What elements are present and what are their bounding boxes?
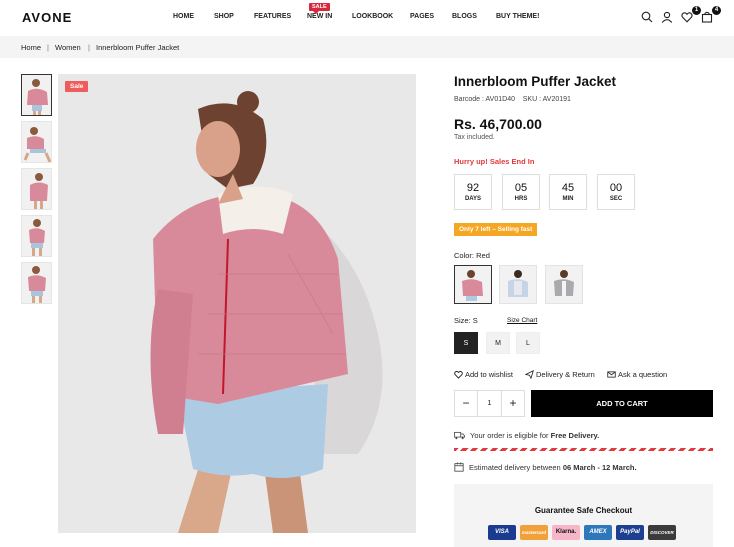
breadcrumb: Home | Women | Innerbloom Puffer Jacket	[0, 36, 734, 58]
wishlist-label: Add to wishlist	[465, 370, 513, 379]
product-thumbnail[interactable]	[21, 262, 52, 304]
countdown-heading: Hurry up! Sales End In	[454, 157, 535, 166]
add-to-wishlist-link[interactable]: Add to wishlist	[454, 370, 513, 379]
countdown-seconds: 00 SEC	[597, 174, 635, 210]
color-label: Color:	[454, 251, 475, 260]
product-thumbnail[interactable]	[21, 215, 52, 257]
add-to-cart-button[interactable]: ADD TO CART	[531, 390, 713, 417]
discover-icon: DISCOVER	[648, 525, 676, 540]
user-icon[interactable]	[661, 10, 675, 24]
countdown-days: 92 DAYS	[454, 174, 492, 210]
visa-icon: VISA	[488, 525, 516, 540]
countdown-value: 00	[609, 182, 623, 194]
quantity-increase-button[interactable]: +	[502, 391, 524, 416]
amex-icon: AMEX	[584, 525, 612, 540]
size-option-m[interactable]: M	[486, 332, 510, 354]
sale-tag: SALE	[309, 3, 330, 14]
heart-icon	[454, 370, 463, 379]
size-option-s[interactable]: S	[454, 332, 478, 354]
color-value: Red	[476, 251, 490, 260]
quantity-input[interactable]: 1	[477, 391, 502, 416]
paypal-icon: PayPal	[616, 525, 644, 540]
breadcrumb-women[interactable]: Women	[55, 43, 81, 52]
ask-question-label: Ask a question	[618, 370, 668, 379]
countdown-hours: 05 HRS	[502, 174, 540, 210]
estimated-text: Estimated delivery between	[469, 462, 561, 472]
product-thumbnail[interactable]	[21, 168, 52, 210]
countdown-value: 45	[561, 182, 575, 194]
envelope-icon	[607, 371, 616, 378]
color-swatch-grey[interactable]	[545, 265, 583, 304]
delivery-return-label: Delivery & Return	[536, 370, 595, 379]
free-delivery-note: Your order is eligible for Free Delivery…	[454, 431, 599, 440]
product-meta: Barcode : AV01D40 SKU : AV20191	[454, 96, 571, 103]
size-option-l[interactable]: L	[516, 332, 540, 354]
size-chart-link[interactable]: Size Chart	[507, 317, 537, 324]
breadcrumb-home[interactable]: Home	[21, 43, 41, 52]
nav-features[interactable]: FEATURES	[254, 13, 291, 20]
klarna-icon: Klarna.	[552, 525, 580, 540]
calendar-icon	[454, 462, 464, 472]
eligible-text: Your order is eligible for	[470, 431, 549, 440]
product-thumbnail[interactable]	[21, 121, 52, 163]
tax-note: Tax included.	[454, 134, 495, 141]
size-label: Size:	[454, 316, 471, 325]
eligible-bold: Free Delivery.	[550, 431, 600, 440]
site-logo[interactable]: AVONE	[22, 10, 72, 25]
countdown-value: 05	[514, 182, 528, 194]
countdown-minutes: 45 MIN	[549, 174, 587, 210]
nav-buy-theme[interactable]: BUY THEME!	[496, 13, 539, 20]
wishlist-count-badge: 1	[692, 6, 701, 15]
countdown-unit: HRS	[514, 196, 528, 202]
product-thumbnail[interactable]	[21, 74, 52, 116]
stock-badge: Only 7 left – Selling fast	[454, 223, 538, 236]
nav-pages[interactable]: PAGES	[410, 13, 434, 20]
checkout-title: Guarantee Safe Checkout	[534, 506, 633, 515]
site-header: AVONE HOME SHOP FEATURES SALE NEW IN LOO…	[0, 0, 734, 36]
ask-question-link[interactable]: Ask a question	[607, 370, 667, 379]
size-option-label: Size: S	[454, 316, 478, 325]
nav-new-in-label: NEW IN	[307, 13, 333, 20]
quantity-decrease-button[interactable]: −	[455, 391, 477, 416]
delivery-return-link[interactable]: Delivery & Return	[525, 370, 595, 379]
product-title: Innerbloom Puffer Jacket	[454, 74, 617, 89]
barcode-label: Barcode :	[454, 96, 484, 103]
nav-home[interactable]: HOME	[173, 13, 194, 20]
estimated-delivery-note: Estimated delivery between 06 March - 12…	[454, 462, 637, 472]
breadcrumb-separator: |	[88, 43, 90, 52]
estimated-dates: 06 March - 12 March.	[562, 462, 637, 472]
wishlist-icon[interactable]: 1	[681, 6, 701, 24]
divider-stripe	[454, 448, 713, 451]
safe-checkout-panel: Guarantee Safe Checkout VISA mastercard …	[454, 484, 713, 547]
sale-badge: Sale	[65, 81, 89, 92]
nav-shop[interactable]: SHOP	[214, 13, 234, 20]
product-main-image[interactable]: Sale	[58, 74, 416, 533]
paper-plane-icon	[525, 370, 534, 379]
color-swatch-blue[interactable]	[499, 265, 537, 304]
sku-value: AV20191	[542, 96, 571, 103]
cart-icon[interactable]: 4	[701, 6, 721, 24]
barcode-value: AV01D40	[485, 96, 515, 103]
breadcrumb-separator: |	[47, 43, 49, 52]
nav-blogs[interactable]: BLOGS	[452, 13, 477, 20]
cart-count-badge: 4	[712, 6, 721, 15]
nav-new-in[interactable]: SALE NEW IN	[307, 3, 333, 20]
countdown-unit: DAYS	[464, 196, 482, 202]
truck-icon	[454, 431, 465, 440]
product-price: Rs. 46,700.00	[454, 116, 542, 132]
color-swatch-red[interactable]	[454, 265, 492, 304]
size-value: S	[472, 316, 478, 325]
color-option-label: Color: Red	[454, 251, 490, 260]
countdown-unit: MIN	[562, 196, 574, 202]
sku-label: SKU :	[522, 96, 542, 103]
nav-lookbook[interactable]: LOOKBOOK	[352, 13, 393, 20]
breadcrumb-current: Innerbloom Puffer Jacket	[96, 43, 180, 52]
search-icon[interactable]	[641, 10, 655, 24]
countdown-unit: SEC	[609, 196, 623, 202]
mastercard-icon: mastercard	[520, 525, 548, 540]
countdown-value: 92	[466, 182, 480, 194]
quantity-stepper: − 1 +	[454, 390, 525, 417]
